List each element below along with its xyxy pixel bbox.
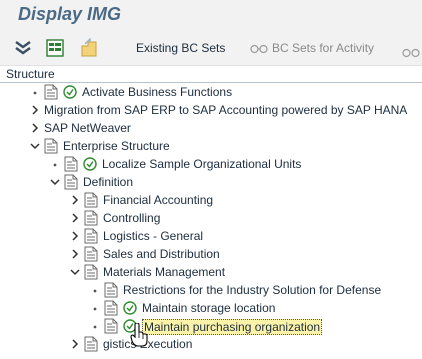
tree-node-label[interactable]: Migration from SAP ERP to SAP Accounting… [44, 103, 407, 117]
bullet-icon [93, 289, 97, 293]
tree-node[interactable]: Controlling [0, 209, 422, 227]
bullet-icon [53, 163, 57, 167]
documentation-icon[interactable] [64, 156, 78, 172]
documentation-icon[interactable] [44, 138, 58, 154]
documentation-icon[interactable] [84, 210, 98, 226]
documentation-icon[interactable] [84, 264, 98, 280]
documentation-icon[interactable] [44, 84, 58, 100]
tree-node[interactable]: Activate Business Functions [0, 83, 422, 101]
bullet-icon [33, 91, 37, 95]
bullet-icon [93, 307, 97, 311]
tree-node[interactable]: Localize Sample Organizational Units [0, 155, 422, 173]
documentation-icon[interactable] [84, 192, 98, 208]
documentation-icon[interactable] [84, 246, 98, 262]
bc-sets-for-activity-label: BC Sets for Activity [272, 41, 375, 55]
execute-activity-icon[interactable] [123, 301, 137, 315]
structure-header-label: Structure [6, 67, 55, 81]
tree-node[interactable]: Enterprise Structure [0, 137, 422, 155]
bc-sets-for-activity-button[interactable]: BC Sets for Activity [250, 41, 374, 55]
where-used-icon[interactable] [44, 38, 66, 58]
tree-node-label[interactable]: Controlling [103, 211, 160, 225]
glasses-icon [250, 44, 268, 53]
tree-node-label[interactable]: Definition [83, 175, 133, 189]
existing-bc-sets-button[interactable]: Existing BC Sets [136, 41, 225, 55]
tree-node-label[interactable]: Enterprise Structure [63, 139, 170, 153]
execute-activity-icon[interactable] [83, 157, 97, 171]
application-toolbar: Existing BC Sets BC Sets for Activity [0, 32, 422, 66]
bullet-icon [93, 325, 97, 329]
page-title: Display IMG [18, 4, 122, 24]
title-bar: Display IMG [0, 0, 422, 32]
chevron-right-icon[interactable] [30, 103, 40, 117]
documentation-icon[interactable] [104, 300, 118, 316]
chevron-right-icon[interactable] [30, 121, 40, 135]
tree-node[interactable]: Logistics - General [0, 227, 422, 245]
documentation-icon[interactable] [84, 336, 98, 352]
documentation-icon[interactable] [104, 318, 118, 334]
tree-node[interactable]: Sales and Distribution [0, 245, 422, 263]
chevron-right-icon[interactable] [70, 229, 80, 243]
chevron-down-icon[interactable] [50, 175, 60, 189]
tree-node[interactable]: SAP NetWeaver [0, 119, 422, 137]
tree-node-label[interactable]: Localize Sample Organizational Units [102, 157, 301, 171]
tree-node[interactable]: Maintain storage location [0, 299, 422, 317]
expand-all-icon[interactable] [12, 38, 34, 58]
documentation-icon[interactable] [64, 174, 78, 190]
tree-node-label[interactable]: Restrictions for the Industry Solution f… [123, 283, 381, 297]
hand-cursor-icon [130, 323, 148, 347]
chevron-right-icon[interactable] [70, 247, 80, 261]
tree-node-label[interactable]: Maintain purchasing organization [142, 319, 323, 335]
tree-node[interactable]: Restrictions for the Industry Solution f… [0, 281, 422, 299]
documentation-icon[interactable] [84, 228, 98, 244]
tree-node[interactable]: Financial Accounting [0, 191, 422, 209]
tree-node[interactable]: Materials Management [0, 263, 422, 281]
tree-node-label[interactable]: Activate Business Functions [82, 85, 232, 99]
tree-node-label[interactable]: Financial Accounting [103, 193, 213, 207]
tree-node[interactable]: Migration from SAP ERP to SAP Accounting… [0, 101, 422, 119]
tree-node-label[interactable]: Maintain storage location [142, 301, 275, 315]
info-icon[interactable] [78, 38, 100, 58]
tree-node[interactable]: Maintain purchasing organization [0, 317, 422, 335]
execute-activity-icon[interactable] [63, 85, 77, 99]
tree-node-label[interactable]: Sales and Distribution [103, 247, 220, 261]
img-tree: Activate Business Functions Migration fro… [0, 83, 422, 359]
structure-column-header: Structure [0, 66, 422, 83]
tree-node-label[interactable]: Logistics - General [103, 229, 203, 243]
tree-node-label[interactable]: SAP NetWeaver [44, 121, 131, 135]
tree-node[interactable]: gistics Execution [0, 335, 422, 353]
chevron-down-icon[interactable] [30, 139, 40, 153]
tree-node[interactable]: Definition [0, 173, 422, 191]
chevron-down-icon[interactable] [70, 265, 80, 279]
glasses-icon[interactable] [402, 48, 420, 58]
chevron-right-icon[interactable] [70, 337, 80, 351]
tree-node-label[interactable]: Materials Management [103, 265, 225, 279]
chevron-right-icon[interactable] [70, 193, 80, 207]
documentation-icon[interactable] [104, 282, 118, 298]
chevron-right-icon[interactable] [70, 211, 80, 225]
